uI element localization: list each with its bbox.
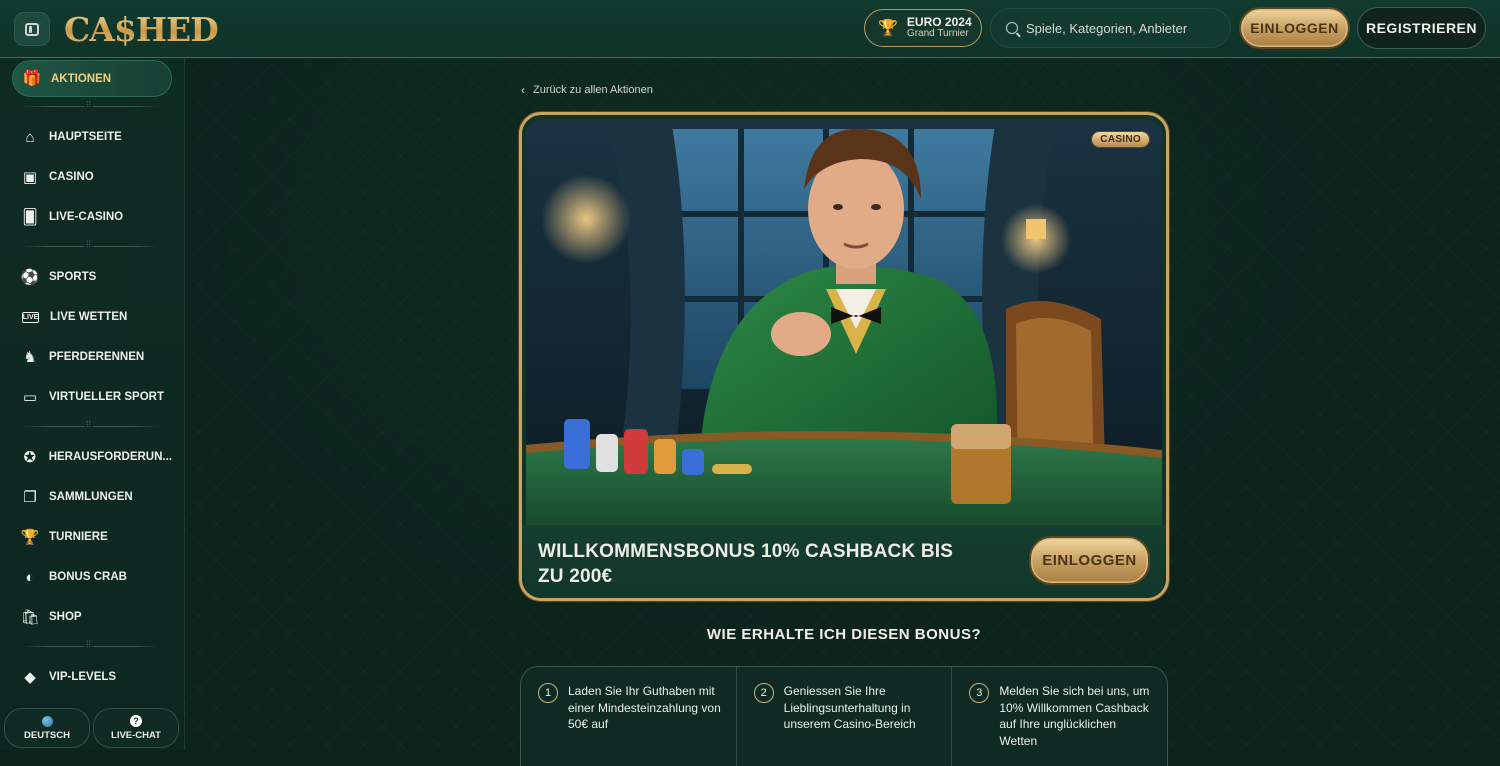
step-text: Melden Sie sich bei uns, um 10% Willkomm… (999, 684, 1150, 748)
sidebar-item-sports[interactable]: ⚽ SPORTS (20, 265, 172, 289)
register-button[interactable]: REGISTRIEREN (1357, 7, 1486, 49)
sidebar-item-bonus-crab[interactable]: ◐ BONUS CRAB (22, 565, 172, 589)
home-icon: ⌂ (25, 128, 35, 146)
sidebar-item-label: SAMMLUNGEN (49, 491, 133, 503)
sidebar-item-label: VIRTUELLER SPORT (49, 391, 165, 403)
sidebar-divider (22, 99, 159, 109)
sidebar-item-label: TURNIERE (49, 531, 108, 543)
sidebar-item-label: LIVE-CASINO (49, 211, 124, 223)
sidebar-item-casino[interactable]: ▣ CASINO (22, 165, 172, 189)
sidebar-item-label: HERAUSFORDERUN... (48, 451, 172, 463)
sidebar-item-label: VIP-LEVELS (49, 671, 117, 683)
collection-icon: ❐ (23, 488, 37, 506)
step-number: 1 (538, 683, 558, 703)
crab-icon: ◐ (25, 568, 35, 586)
search-bar[interactable] (990, 8, 1231, 48)
sidebar-item-pferderennen[interactable]: ♞ PFERDERENNEN (22, 345, 172, 369)
sidebar-item-vip-levels[interactable]: ◆ VIP-LEVELS (22, 665, 172, 689)
sidebar-item-label: SHOP (49, 611, 82, 623)
shopping-bag-icon: 🛍 (20, 608, 40, 626)
step-text: Geniessen Sie Ihre Lieblingsunterhaltung… (783, 684, 916, 731)
back-link-label: Zurück zu allen Aktionen (533, 84, 653, 96)
diamond-icon: ◆ (24, 668, 36, 686)
sidebar-divider (22, 639, 159, 649)
sidebar: 🎁 AKTIONEN ⌂ HAUPTSEITE ▣ CASINO 🂠 LIVE-… (0, 58, 185, 750)
step-text: Laden Sie Ihr Guthaben mit einer Mindest… (568, 684, 721, 731)
language-label: DEUTSCH (24, 729, 70, 741)
promo-login-button[interactable]: EINLOGGEN (1029, 536, 1150, 585)
search-input[interactable] (1026, 20, 1216, 36)
sidebar-item-label: HAUPTSEITE (49, 131, 122, 143)
sidebar-item-sammlungen[interactable]: ❐ SAMMLUNGEN (22, 485, 172, 509)
sidebar-item-herausforderungen[interactable]: ✪ HERAUSFORDERUN... (22, 445, 172, 469)
sidebar-item-shop[interactable]: 🛍 SHOP (20, 605, 172, 629)
step-number: 3 (969, 683, 990, 703)
sidebar-item-turniere[interactable]: 🏆 TURNIERE (20, 525, 172, 549)
sidebar-item-label: CASINO (49, 171, 94, 183)
logo[interactable]: CA$HED (64, 8, 219, 50)
login-button[interactable]: EINLOGGEN (1239, 7, 1350, 49)
challenge-icon: ✪ (23, 448, 37, 466)
sidebar-divider (22, 419, 159, 429)
search-icon (1006, 22, 1018, 34)
live-chat-label: LIVE-CHAT (111, 730, 161, 741)
step-item: 3 Melden Sie sich bei uns, um 10% Willko… (952, 667, 1167, 766)
promo-footer: WILLKOMMENSBONUS 10% CASHBACK BIS ZU 200… (522, 525, 1166, 598)
how-to-get-bonus-heading: WIE ERHALTE ICH DIESEN BONUS? (706, 626, 982, 643)
back-to-promotions-link[interactable]: ‹ Zurück zu allen Aktionen (521, 82, 653, 98)
sidebar-item-virtueller-sport[interactable]: ▭ VIRTUELLER SPORT (22, 385, 172, 409)
sidebar-item-aktionen[interactable]: 🎁 AKTIONEN (12, 60, 172, 97)
chevron-left-icon: ‹ (521, 83, 525, 97)
sidebar-item-label: LIVE WETTEN (50, 311, 128, 323)
promo-card: CASINO WILLKOMMENSBONUS 10% CASHBACK BIS… (519, 112, 1169, 601)
slot-machine-icon: ▣ (22, 168, 38, 186)
casino-badge: CASINO (1091, 131, 1150, 148)
step-number: 2 (753, 683, 774, 703)
help-icon: ? (130, 715, 142, 727)
euro-2024-button[interactable]: 🏆 EURO 2024 Grand Turnier (864, 9, 982, 47)
sidebar-toggle-button[interactable] (14, 12, 50, 46)
globe-icon (41, 715, 53, 727)
sidebar-toggle-icon (25, 22, 39, 36)
bonus-steps: 1 Laden Sie Ihr Guthaben mit einer Minde… (520, 666, 1168, 766)
soccer-ball-icon: ⚽ (20, 268, 40, 286)
sidebar-divider (22, 239, 159, 249)
step-item: 1 Laden Sie Ihr Guthaben mit einer Minde… (521, 667, 737, 766)
language-button[interactable]: DEUTSCH (4, 708, 90, 748)
euro-subtitle: Grand Turnier (906, 28, 969, 39)
sidebar-item-live-wetten[interactable]: LIVE LIVE WETTEN (22, 305, 172, 329)
gift-icon: 🎁 (22, 70, 42, 87)
live-icon: LIVE (22, 311, 39, 323)
horse-icon: ♞ (23, 348, 37, 366)
casino-illustration (526, 119, 1162, 525)
sidebar-item-live-casino[interactable]: 🂠 LIVE-CASINO (22, 205, 172, 229)
virtual-screen-icon: ▭ (22, 388, 38, 406)
promo-title: WILLKOMMENSBONUS 10% CASHBACK BIS ZU 200… (538, 541, 954, 587)
promo-image: CASINO (526, 119, 1162, 525)
sidebar-item-label: SPORTS (49, 271, 97, 283)
sidebar-item-label: BONUS CRAB (49, 571, 127, 583)
trophy-icon: 🏆 (878, 20, 898, 37)
sidebar-item-hauptseite[interactable]: ⌂ HAUPTSEITE (22, 125, 172, 149)
live-chat-button[interactable]: ? LIVE-CHAT (93, 708, 179, 748)
step-item: 2 Geniessen Sie Ihre Lieblingsunterhaltu… (737, 667, 953, 766)
sidebar-item-label: PFERDERENNEN (49, 351, 145, 363)
trophy-icon: 🏆 (20, 528, 40, 546)
top-header: CA$HED 🏆 EURO 2024 Grand Turnier EINLOGG… (0, 0, 1500, 58)
sidebar-item-label: AKTIONEN (51, 72, 112, 85)
cards-icon: 🂠 (22, 208, 38, 226)
euro-title: EURO 2024 (906, 15, 972, 29)
